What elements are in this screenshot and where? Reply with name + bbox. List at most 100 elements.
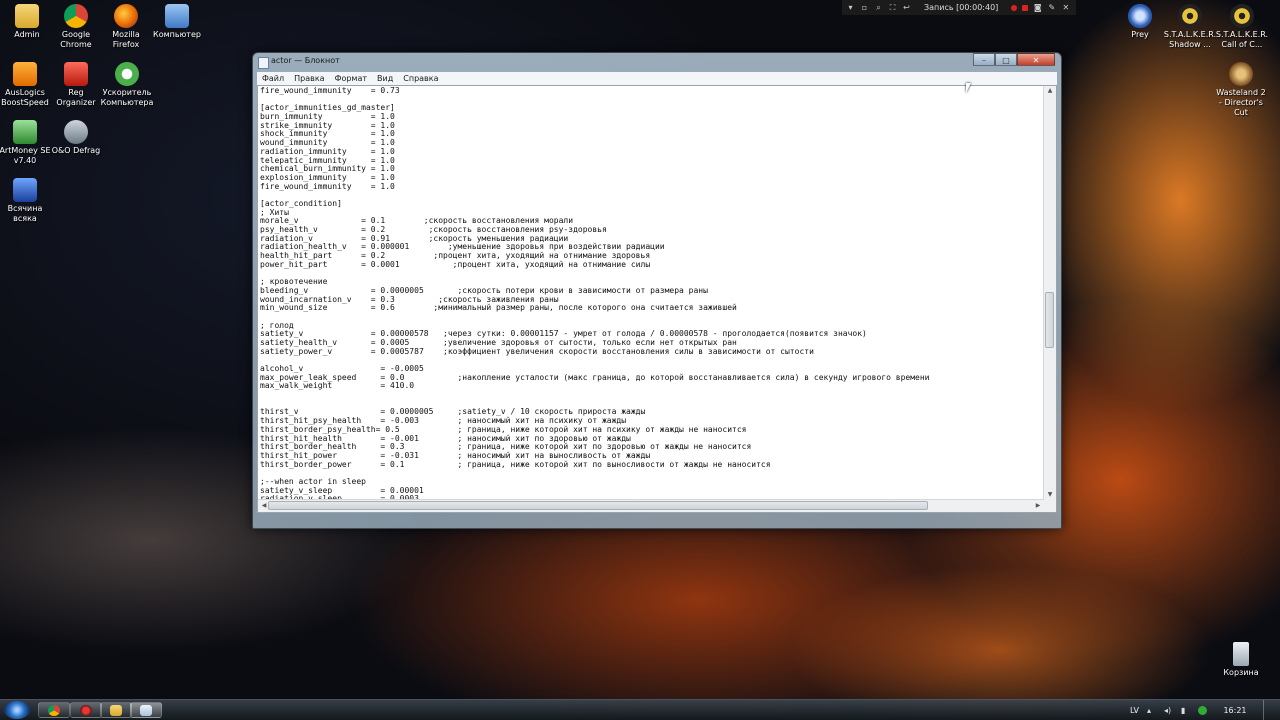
- defrag-icon: [64, 120, 88, 144]
- search-icon[interactable]: ⌕: [874, 3, 883, 12]
- mouse-cursor-icon: [966, 83, 971, 93]
- show-desktop-button[interactable]: [1263, 700, 1272, 720]
- folder-icon: [15, 4, 39, 28]
- reg-organizer-icon: [64, 62, 88, 86]
- text-line[interactable]: min_wound_size = 0.6 ;минимальный размер…: [260, 303, 1042, 313]
- desktop-icon-speedup[interactable]: Ускоритель Компьютера: [100, 62, 154, 108]
- vertical-scrollbar[interactable]: ▲ ▼: [1043, 86, 1056, 500]
- window-icon[interactable]: ▫: [860, 3, 869, 12]
- desktop-icon-computer[interactable]: Компьютер: [150, 4, 204, 40]
- text-line[interactable]: thirst_border_power = 0.1 ; граница, ниж…: [260, 460, 1042, 470]
- menu-edit[interactable]: Правка: [289, 72, 329, 85]
- desktop-icon-label: S.T.A.L.K.E.R. Shadow ...: [1163, 30, 1217, 49]
- text-line[interactable]: fire_wound_immunity = 0.73: [260, 87, 1042, 96]
- wasteland-icon: [1229, 62, 1253, 86]
- menu-bar: Файл Правка Формат Вид Справка: [257, 72, 1057, 85]
- vertical-scroll-thumb[interactable]: [1045, 292, 1054, 348]
- desktop-icon-firefox[interactable]: Mozilla Firefox: [99, 4, 153, 50]
- text-line[interactable]: [260, 469, 1042, 478]
- pen-icon[interactable]: ✎: [1047, 3, 1056, 12]
- volume-icon[interactable]: ◂): [1164, 706, 1173, 715]
- screen-recorder-bar: ▾ ▫ ⌕ ⛶ ↩ Запись [00:00:40] ◙ ✎ ✕: [842, 0, 1076, 15]
- desktop-icon-artmoney[interactable]: ArtMoney SE v7.40: [0, 120, 52, 166]
- desktop-icon-reg-organizer[interactable]: Reg Organizer: [49, 62, 103, 108]
- text-line[interactable]: [260, 191, 1042, 200]
- desktop-icon-wasteland[interactable]: Wasteland 2 - Director's Cut: [1214, 62, 1268, 118]
- taskbar-notepad[interactable]: [130, 702, 162, 718]
- radiation-icon: [1178, 4, 1202, 28]
- language-indicator[interactable]: LV: [1130, 706, 1139, 715]
- menu-format[interactable]: Формат: [330, 72, 372, 85]
- text-content[interactable]: fire_wound_immunity = 0.73 [actor_immunit…: [260, 87, 1042, 500]
- text-line[interactable]: [260, 391, 1042, 400]
- text-line[interactable]: satiety_power_v = 0.0005787 ;коэффициент…: [260, 347, 1042, 357]
- desktop-icon-defrag[interactable]: O&O Defrag: [49, 120, 103, 156]
- minimize-button[interactable]: –: [973, 53, 995, 66]
- app-tray-icon[interactable]: [1198, 705, 1207, 715]
- stop-icon[interactable]: [1022, 4, 1029, 11]
- close-button[interactable]: ✕: [1017, 53, 1055, 66]
- desktop-icon-label: Mozilla Firefox: [112, 30, 140, 49]
- text-line[interactable]: [260, 269, 1042, 278]
- text-line[interactable]: [260, 313, 1042, 322]
- desktop-icon-label: Prey: [1131, 30, 1149, 39]
- auslogics-icon: [13, 62, 37, 86]
- menu-help[interactable]: Справка: [398, 72, 443, 85]
- taskbar: LV ▴ ◂) ▮ 16:21: [0, 699, 1280, 720]
- desktop-icon-label: Всячина всяка: [7, 204, 43, 223]
- firefox-icon: [114, 4, 138, 28]
- camera-icon[interactable]: ◙: [1033, 3, 1042, 12]
- desktop-icon-stalker-shadow[interactable]: S.T.A.L.K.E.R. Shadow ...: [1163, 4, 1217, 50]
- text-editor[interactable]: fire_wound_immunity = 0.73 [actor_immunit…: [257, 85, 1057, 513]
- speedometer-icon: [115, 62, 139, 86]
- tray-arrow-icon[interactable]: ▴: [1147, 706, 1156, 715]
- system-tray: LV ▴ ◂) ▮ 16:21: [1130, 700, 1280, 720]
- desktop-icon-label: O&O Defrag: [51, 146, 101, 155]
- start-button[interactable]: [4, 701, 30, 719]
- taskbar-explorer[interactable]: [100, 702, 132, 718]
- recording-timer: Запись [00:00:40]: [924, 3, 999, 12]
- folder-icon: [110, 705, 122, 716]
- computer-icon: [165, 4, 189, 28]
- network-icon[interactable]: ▮: [1181, 706, 1190, 715]
- title-bar[interactable]: actor — Блокнот – □ ✕: [253, 53, 1061, 71]
- desktop-icon-recycle-bin[interactable]: Корзина: [1214, 642, 1268, 678]
- desktop-icon-stalker-cop[interactable]: S.T.A.L.K.E.R. Call of C...: [1215, 4, 1269, 50]
- scroll-corner: [1044, 500, 1056, 512]
- exit-icon[interactable]: ↩: [902, 3, 911, 12]
- text-line[interactable]: fire_wound_immunity = 1.0: [260, 182, 1042, 192]
- scroll-right-icon[interactable]: ▶: [1032, 500, 1044, 512]
- radiation-icon: [1230, 4, 1254, 28]
- dropdown-icon[interactable]: ▾: [846, 3, 855, 12]
- window-title: actor — Блокнот: [271, 56, 340, 65]
- clock[interactable]: 16:21: [1215, 706, 1255, 715]
- horizontal-scroll-thumb[interactable]: [268, 501, 928, 510]
- record-icon: [80, 705, 92, 716]
- horizontal-scrollbar[interactable]: ◀ ▶: [258, 499, 1044, 512]
- scroll-up-icon[interactable]: ▲: [1044, 86, 1056, 96]
- text-line[interactable]: power_hit_part = 0.0001 ;процент хита, у…: [260, 260, 1042, 270]
- desktop-icon-label: S.T.A.L.K.E.R. Call of C...: [1215, 30, 1269, 49]
- taskbar-chrome[interactable]: [38, 702, 70, 718]
- desktop-icon-misc[interactable]: Всячина всяка: [0, 178, 52, 224]
- desktop-icon-label: Google Chrome: [60, 30, 92, 49]
- maximize-button[interactable]: □: [995, 53, 1017, 66]
- menu-file[interactable]: Файл: [257, 72, 289, 85]
- desktop-icon-label: Reg Organizer: [56, 88, 96, 107]
- close-icon[interactable]: ✕: [1061, 3, 1070, 12]
- menu-view[interactable]: Вид: [372, 72, 398, 85]
- text-line[interactable]: [actor_condition]: [260, 199, 1042, 209]
- desktop-icon-label: Компьютер: [153, 30, 201, 39]
- taskbar-media-player[interactable]: [70, 702, 102, 718]
- desktop-icon-label: Wasteland 2 - Director's Cut: [1216, 88, 1266, 117]
- record-icon[interactable]: [1011, 4, 1018, 11]
- desktop-icon-auslogics[interactable]: AusLogics BoostSpeed: [0, 62, 52, 108]
- fullscreen-icon[interactable]: ⛶: [888, 3, 897, 12]
- text-line[interactable]: max_walk_weight = 410.0: [260, 382, 1042, 391]
- recycle-bin-icon: [1233, 642, 1249, 666]
- desktop-icon-admin[interactable]: Admin: [0, 4, 54, 40]
- desktop-icon-prey[interactable]: Prey: [1113, 4, 1167, 40]
- notepad-window: actor — Блокнот – □ ✕ Файл Правка Формат…: [252, 52, 1062, 529]
- scroll-down-icon[interactable]: ▼: [1044, 490, 1056, 500]
- desktop-icon-chrome[interactable]: Google Chrome: [49, 4, 103, 50]
